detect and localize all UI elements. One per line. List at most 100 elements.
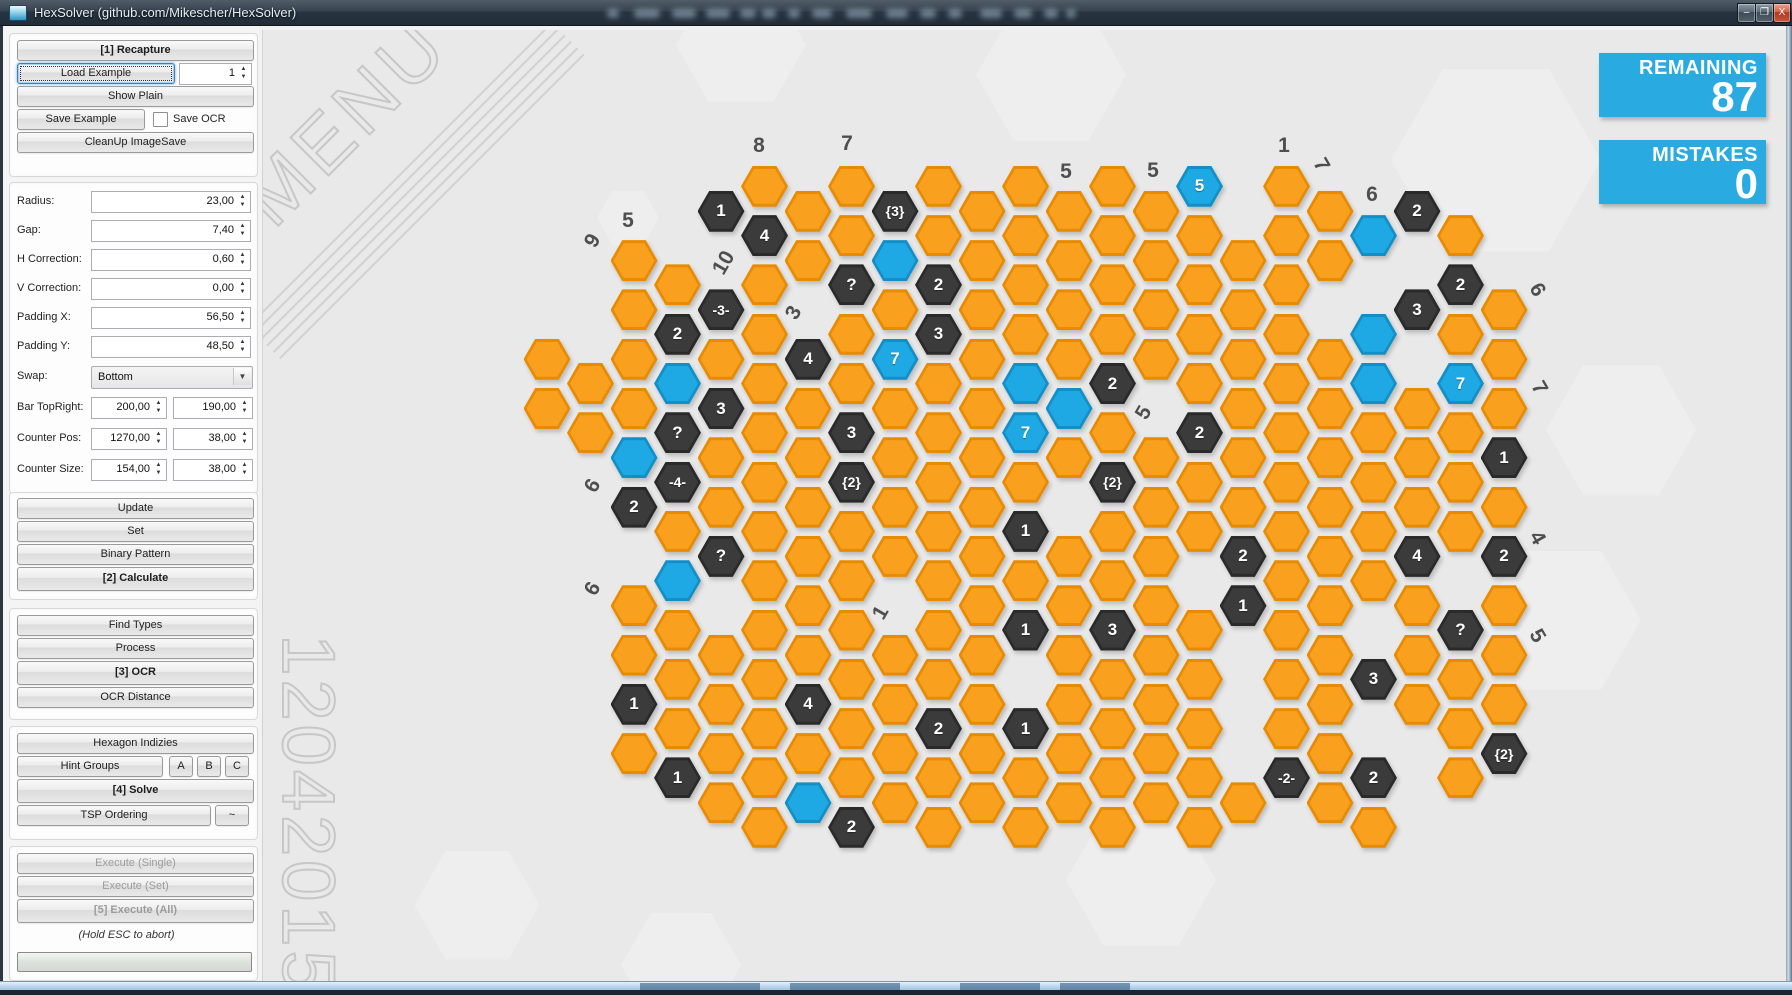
hex-cell-orange[interactable] bbox=[1046, 635, 1093, 676]
hex-cell-orange[interactable] bbox=[1002, 462, 1049, 503]
hex-cell-orange[interactable] bbox=[1220, 339, 1267, 380]
hex-cell-orange[interactable] bbox=[1176, 659, 1223, 700]
hex-cell-orange[interactable] bbox=[1307, 437, 1354, 478]
hex-cell-orange[interactable] bbox=[915, 757, 962, 798]
hex-cell-orange[interactable] bbox=[567, 412, 614, 453]
hex-cell-orange[interactable] bbox=[567, 363, 614, 404]
hex-cell-orange[interactable] bbox=[741, 412, 788, 453]
hex-cell-orange[interactable] bbox=[1133, 585, 1180, 626]
pair-param-input[interactable]: 1270,00▲▼ bbox=[91, 428, 167, 450]
spinner-arrows-icon[interactable]: ▲▼ bbox=[237, 222, 248, 238]
hex-cell-orange[interactable] bbox=[611, 339, 658, 380]
hex-cell-orange[interactable] bbox=[611, 733, 658, 774]
hex-cell-orange[interactable] bbox=[828, 511, 875, 552]
minimize-button[interactable]: – bbox=[1737, 3, 1756, 23]
hex-cell-orange[interactable] bbox=[1089, 560, 1136, 601]
hex-cell-dark[interactable]: 3 bbox=[828, 412, 875, 453]
hex-cell-orange[interactable] bbox=[959, 487, 1006, 528]
hex-cell-dark[interactable]: 1 bbox=[654, 757, 701, 798]
hex-cell-orange[interactable] bbox=[1437, 462, 1484, 503]
recapture-button[interactable]: [1] Recapture bbox=[17, 40, 254, 61]
hex-cell-dark[interactable]: 3 bbox=[698, 388, 745, 429]
hex-cell-dark[interactable]: -4- bbox=[654, 462, 701, 503]
hex-cell-orange[interactable] bbox=[1481, 487, 1528, 528]
solve-button[interactable]: [4] Solve bbox=[17, 779, 254, 803]
hex-cell-orange[interactable] bbox=[741, 462, 788, 503]
hex-cell-dark[interactable]: ? bbox=[1437, 610, 1484, 651]
maximize-button[interactable]: ❐ bbox=[1755, 3, 1774, 23]
hex-cell-orange[interactable] bbox=[1176, 807, 1223, 848]
hex-cell-orange[interactable] bbox=[785, 388, 832, 429]
hex-cell-orange[interactable] bbox=[915, 412, 962, 453]
hex-cell-dark[interactable]: 2 bbox=[1481, 536, 1528, 577]
hex-cell-orange[interactable] bbox=[1307, 733, 1354, 774]
hex-cell-orange[interactable] bbox=[1046, 536, 1093, 577]
hex-cell-orange[interactable] bbox=[741, 807, 788, 848]
close-button[interactable]: X bbox=[1773, 3, 1791, 23]
param-input[interactable]: 0,00▲▼ bbox=[91, 278, 251, 300]
hex-cell-orange[interactable] bbox=[1394, 684, 1441, 725]
hex-cell-orange[interactable] bbox=[611, 240, 658, 281]
hex-cell-orange[interactable] bbox=[1002, 314, 1049, 355]
hex-cell-orange[interactable] bbox=[828, 215, 875, 256]
hex-cell-dark[interactable]: ? bbox=[698, 536, 745, 577]
hex-cell-orange[interactable] bbox=[1263, 462, 1310, 503]
hex-cell-dark[interactable]: 3 bbox=[1350, 659, 1397, 700]
execute-single-button[interactable]: Execute (Single) bbox=[17, 853, 254, 874]
hex-cell-orange[interactable] bbox=[959, 733, 1006, 774]
hex-cell-orange[interactable] bbox=[741, 264, 788, 305]
hex-cell-dark[interactable]: 2 bbox=[611, 487, 658, 528]
hex-cell-orange[interactable] bbox=[959, 684, 1006, 725]
hex-cell-orange[interactable] bbox=[785, 487, 832, 528]
hex-cell-orange[interactable] bbox=[828, 363, 875, 404]
hex-cell-orange[interactable] bbox=[1176, 264, 1223, 305]
hex-cell-dark[interactable]: 4 bbox=[741, 215, 788, 256]
hex-cell-orange[interactable] bbox=[872, 635, 919, 676]
hex-cell-orange[interactable] bbox=[1394, 487, 1441, 528]
spinner-arrows-icon[interactable]: ▲▼ bbox=[237, 193, 248, 209]
hex-cell-blue[interactable]: 7 bbox=[872, 339, 919, 380]
hex-cell-orange[interactable] bbox=[698, 339, 745, 380]
hex-cell-orange[interactable] bbox=[698, 437, 745, 478]
hex-cell-dark[interactable]: 1 bbox=[1002, 511, 1049, 552]
hex-cell-dark[interactable]: 2 bbox=[1437, 264, 1484, 305]
hex-cell-orange[interactable] bbox=[741, 560, 788, 601]
hex-cell-orange[interactable] bbox=[524, 339, 571, 380]
hex-cell-orange[interactable] bbox=[959, 437, 1006, 478]
cleanup-imagesave-button[interactable]: CleanUp ImageSave bbox=[17, 132, 254, 153]
hex-cell-orange[interactable] bbox=[741, 166, 788, 207]
hex-cell-orange[interactable] bbox=[785, 191, 832, 232]
save-example-button[interactable]: Save Example bbox=[17, 109, 145, 130]
hex-cell-orange[interactable] bbox=[1089, 166, 1136, 207]
hex-cell-orange[interactable] bbox=[741, 610, 788, 651]
hex-cell-orange[interactable] bbox=[828, 659, 875, 700]
hex-cell-orange[interactable] bbox=[698, 684, 745, 725]
hex-cell-dark[interactable]: 4 bbox=[1394, 536, 1441, 577]
hex-cell-orange[interactable] bbox=[1437, 708, 1484, 749]
hex-cell-blue[interactable] bbox=[1002, 363, 1049, 404]
hex-cell-dark[interactable]: 1 bbox=[1220, 585, 1267, 626]
hint-group-b-button[interactable]: B bbox=[197, 756, 221, 777]
hex-cell-dark[interactable]: 4 bbox=[785, 339, 832, 380]
calculate-button[interactable]: [2] Calculate bbox=[17, 567, 254, 591]
hex-cell-blue[interactable] bbox=[611, 437, 658, 478]
hex-cell-orange[interactable] bbox=[1307, 191, 1354, 232]
hex-cell-orange[interactable] bbox=[1307, 487, 1354, 528]
hex-cell-orange[interactable] bbox=[959, 536, 1006, 577]
spinner-arrows-icon[interactable]: ▲▼ bbox=[237, 251, 248, 267]
hex-cell-orange[interactable] bbox=[1046, 437, 1093, 478]
hex-cell-dark[interactable]: 2 bbox=[828, 807, 875, 848]
hex-cell-orange[interactable] bbox=[1133, 733, 1180, 774]
hex-cell-orange[interactable] bbox=[654, 511, 701, 552]
hex-cell-orange[interactable] bbox=[1089, 215, 1136, 256]
hex-cell-orange[interactable] bbox=[959, 388, 1006, 429]
hex-cell-orange[interactable] bbox=[1350, 511, 1397, 552]
hex-cell-orange[interactable] bbox=[828, 708, 875, 749]
hex-cell-orange[interactable] bbox=[915, 363, 962, 404]
hex-cell-orange[interactable] bbox=[1133, 487, 1180, 528]
spinner-arrows-icon[interactable]: ▲▼ bbox=[238, 65, 249, 81]
hex-cell-orange[interactable] bbox=[785, 635, 832, 676]
hex-cell-orange[interactable] bbox=[915, 560, 962, 601]
spinner-arrows-icon[interactable]: ▲▼ bbox=[153, 430, 164, 446]
hex-cell-dark[interactable]: 3 bbox=[1089, 610, 1136, 651]
